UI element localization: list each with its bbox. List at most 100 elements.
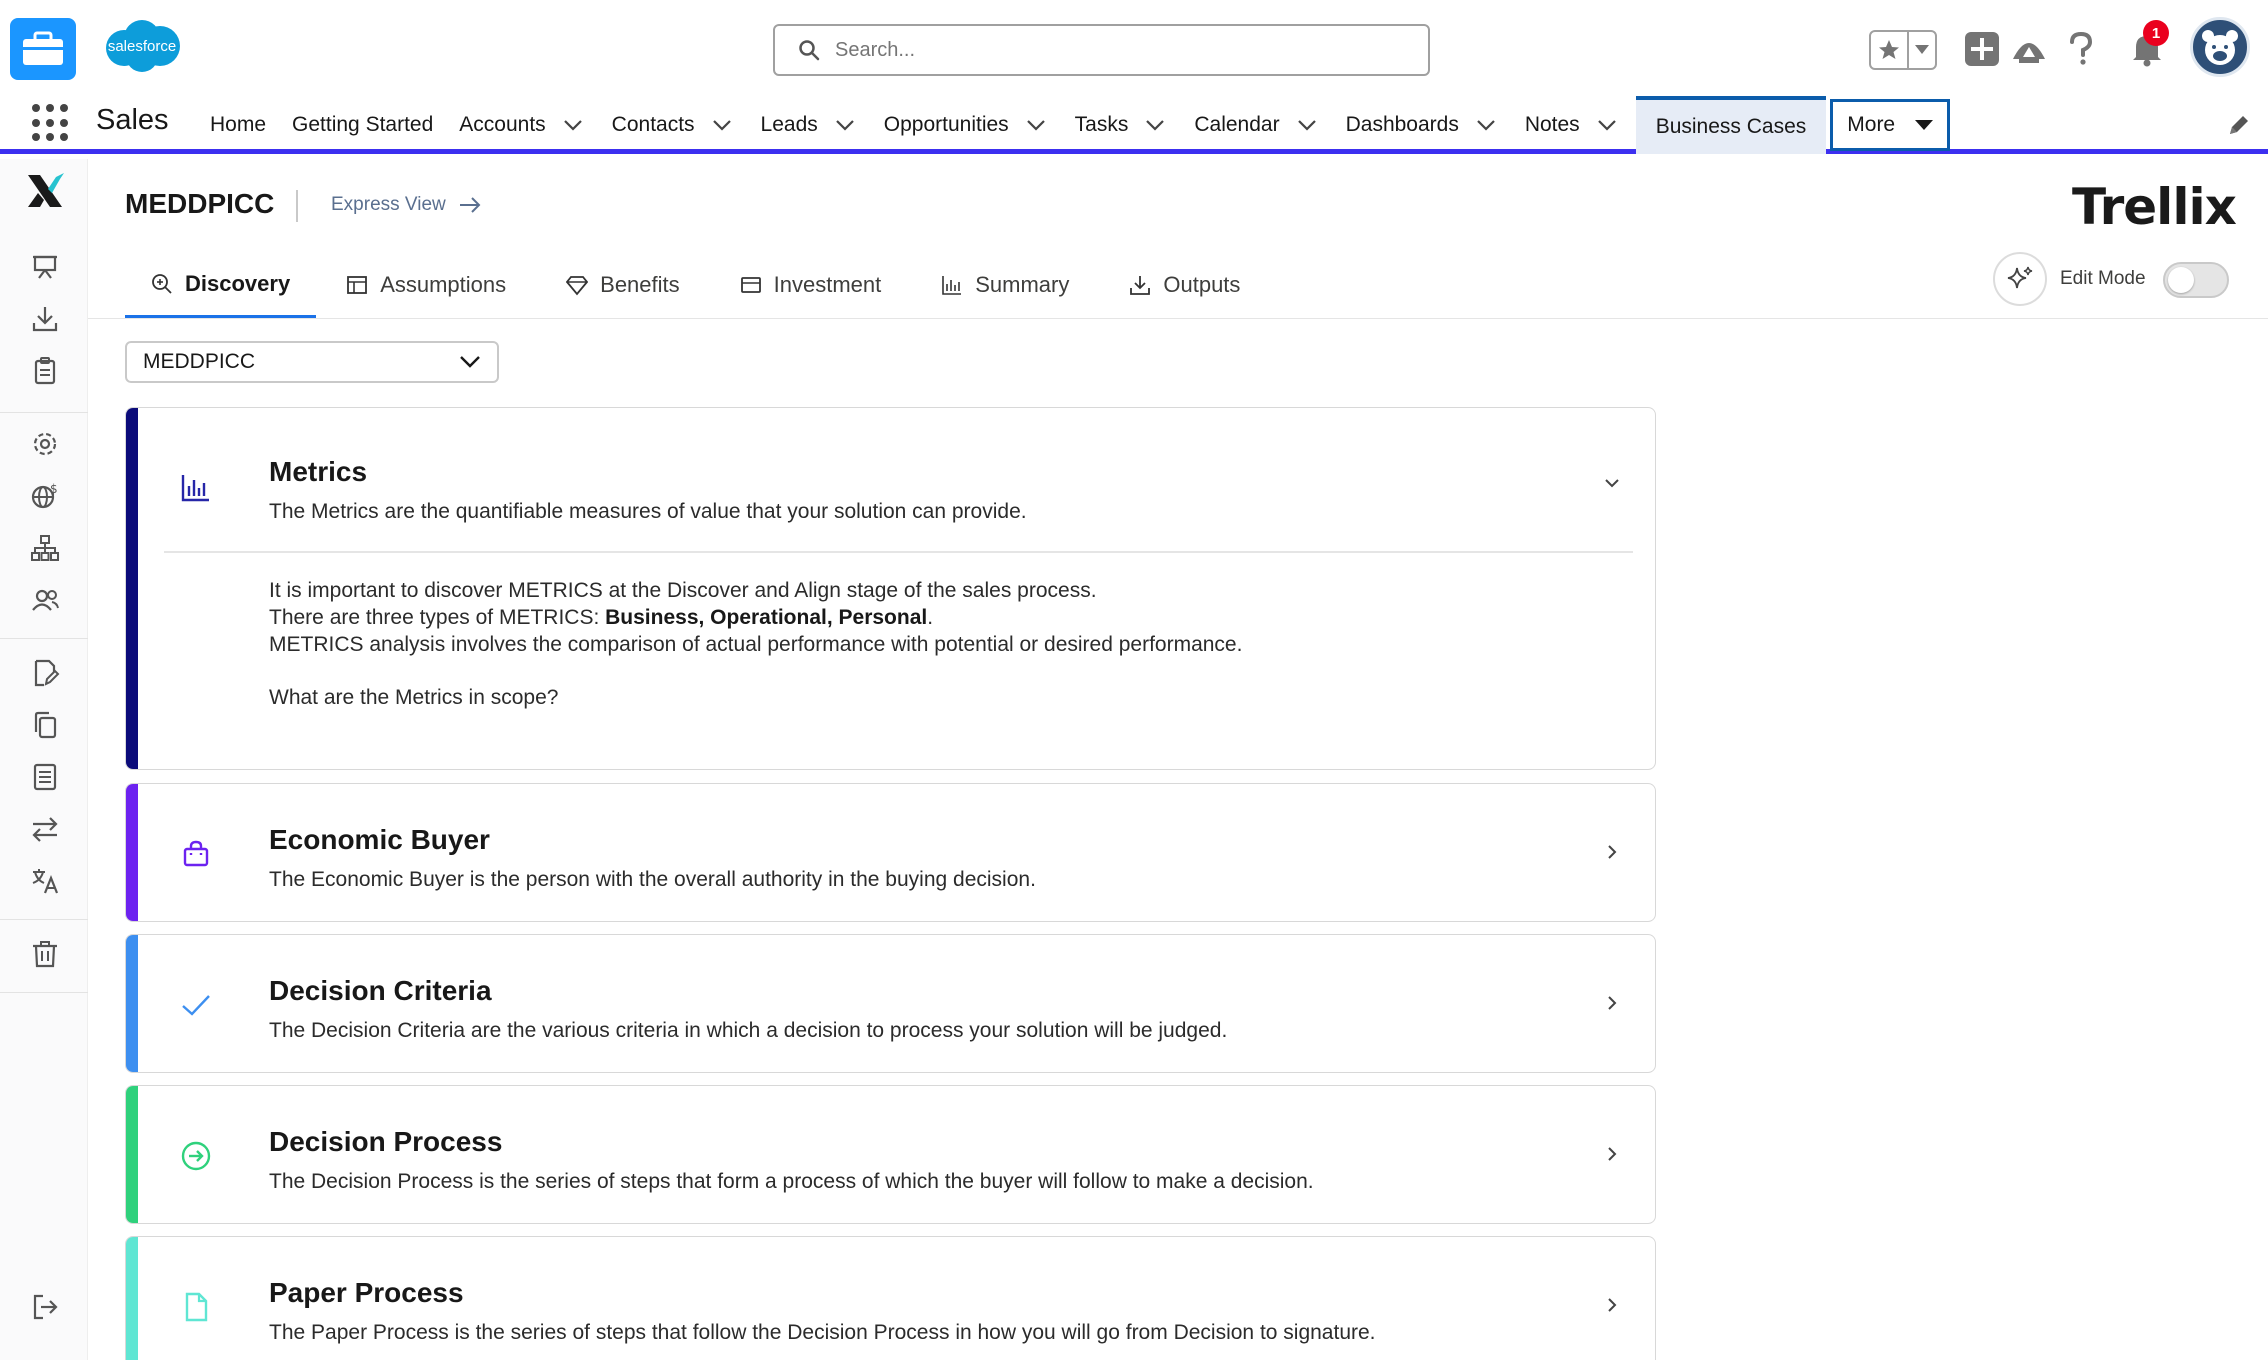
express-view-link[interactable]: Express View bbox=[331, 194, 482, 216]
edit-nav-pencil-icon[interactable] bbox=[2226, 112, 2252, 138]
decision-process-card[interactable]: Decision Process The Decision Process is… bbox=[125, 1085, 1656, 1224]
rail-delete-button[interactable] bbox=[28, 937, 62, 971]
globe-dollar-icon: $ bbox=[31, 482, 58, 509]
arrow-right-icon bbox=[459, 197, 481, 213]
nav-item-label: Calendar bbox=[1194, 113, 1280, 136]
chevron-down-icon[interactable] bbox=[1594, 112, 1620, 138]
tab-summary[interactable]: Summary bbox=[915, 252, 1095, 318]
nav-item-tasks[interactable]: Tasks bbox=[1065, 96, 1179, 154]
briefcase-logo-icon[interactable] bbox=[10, 18, 76, 80]
salesforce-logo: salesforce bbox=[98, 16, 186, 76]
chevron-down-icon[interactable] bbox=[832, 112, 858, 138]
search-input[interactable] bbox=[835, 38, 1395, 62]
card-icon bbox=[740, 274, 774, 296]
nav-item-calendar[interactable]: Calendar bbox=[1184, 96, 1329, 154]
global-header: salesforce 1 bbox=[0, 0, 2268, 96]
metrics-question: What are the Metrics in scope? bbox=[269, 686, 559, 709]
section-tabs: Discovery Assumptions Benefits Investment Su… bbox=[125, 252, 1274, 320]
app-launcher-button[interactable] bbox=[32, 104, 70, 142]
tab-label: Investment bbox=[773, 272, 882, 297]
trailhead-icon bbox=[2013, 43, 2045, 63]
document-icon bbox=[185, 1292, 208, 1322]
edit-mode-toggle[interactable] bbox=[2163, 262, 2229, 298]
chevron-down-icon[interactable] bbox=[560, 112, 586, 138]
collapse-chevron-icon[interactable] bbox=[1599, 470, 1625, 496]
metrics-divider bbox=[164, 551, 1633, 553]
nav-item-contacts[interactable]: Contacts bbox=[602, 96, 745, 154]
nav-item-notes[interactable]: Notes bbox=[1515, 96, 1630, 154]
chevron-down-icon[interactable] bbox=[1473, 112, 1499, 138]
chevron-right-icon[interactable] bbox=[1599, 990, 1625, 1016]
trailhead-button[interactable] bbox=[2006, 26, 2052, 72]
decision-process-description: The Decision Process is the series of st… bbox=[269, 1170, 1314, 1193]
rail-logout-button[interactable] bbox=[28, 1290, 62, 1324]
nav-item-label: Contacts bbox=[611, 113, 695, 136]
rail-users-button[interactable] bbox=[28, 583, 62, 617]
chevron-down-icon[interactable] bbox=[1023, 112, 1049, 138]
economic-buyer-card[interactable]: Economic Buyer The Economic Buyer is the… bbox=[125, 783, 1656, 922]
nav-item-business-cases[interactable]: Business Cases bbox=[1635, 96, 1827, 154]
metrics-body-line-1: It is important to discover METRICS at t… bbox=[269, 579, 1097, 602]
decision-criteria-card[interactable]: Decision Criteria The Decision Criteria … bbox=[125, 934, 1656, 1073]
page-title: MEDDPICC bbox=[125, 188, 275, 219]
rail-copy-button[interactable] bbox=[28, 708, 62, 742]
nav-item-accounts[interactable]: Accounts bbox=[449, 96, 595, 154]
caret-down-icon bbox=[1915, 120, 1934, 130]
nav-item-label: Home bbox=[210, 113, 267, 136]
nav-item-opportunities[interactable]: Opportunities bbox=[874, 96, 1059, 154]
toggle-knob bbox=[2168, 267, 2194, 293]
nav-items: Home Getting Started Accounts Contacts Leads… bbox=[200, 96, 1951, 154]
app-nav-bar: Sales Home Getting Started Accounts Contact… bbox=[0, 96, 2268, 154]
user-avatar[interactable] bbox=[2190, 17, 2250, 77]
rail-document-button[interactable] bbox=[28, 760, 62, 794]
tab-investment[interactable]: Investment bbox=[714, 252, 908, 318]
paper-process-description: The Paper Process is the series of steps… bbox=[269, 1321, 1376, 1344]
magnifier-icon bbox=[151, 273, 185, 295]
paper-process-icon-wrap bbox=[178, 1289, 214, 1325]
ai-assist-button[interactable] bbox=[1993, 252, 2047, 306]
chevron-right-icon[interactable] bbox=[1599, 1141, 1625, 1167]
logout-icon bbox=[33, 1294, 58, 1320]
chevron-right-icon[interactable] bbox=[1599, 1292, 1625, 1318]
nav-more-button[interactable]: More bbox=[1830, 99, 1951, 151]
nav-item-leads[interactable]: Leads bbox=[751, 96, 868, 154]
rail-global-currency-button[interactable]: $ bbox=[28, 479, 62, 513]
rail-clipboard-button[interactable] bbox=[28, 354, 62, 388]
rail-transfer-button[interactable] bbox=[28, 812, 62, 846]
rail-settings-button[interactable] bbox=[28, 427, 62, 461]
paper-process-card[interactable]: Paper Process The Paper Process is the s… bbox=[125, 1236, 1656, 1360]
favorites-menu-button[interactable] bbox=[1909, 32, 1935, 68]
nav-item-home[interactable]: Home bbox=[200, 96, 276, 154]
tab-discovery[interactable]: Discovery bbox=[125, 252, 317, 318]
chevron-down-icon[interactable] bbox=[709, 112, 735, 138]
economic-buyer-icon-wrap bbox=[178, 836, 214, 872]
rail-translate-button[interactable] bbox=[28, 864, 62, 898]
rail-download-button[interactable] bbox=[28, 302, 62, 336]
rail-hierarchy-button[interactable] bbox=[28, 531, 62, 565]
favorites-star-button[interactable] bbox=[1871, 32, 1909, 68]
rail-edit-document-button[interactable] bbox=[28, 656, 62, 690]
chevron-down-icon[interactable] bbox=[1294, 112, 1320, 138]
nav-item-label: Business Cases bbox=[1655, 115, 1807, 138]
metrics-accent-bar bbox=[126, 408, 138, 769]
tab-benefits[interactable]: Benefits bbox=[540, 252, 706, 318]
download-icon bbox=[1129, 274, 1163, 296]
tab-outputs[interactable]: Outputs bbox=[1103, 252, 1266, 318]
help-button[interactable] bbox=[2058, 26, 2104, 72]
table-icon bbox=[346, 274, 380, 296]
nav-item-dashboards[interactable]: Dashboards bbox=[1336, 96, 1509, 154]
decision-criteria-title: Decision Criteria bbox=[269, 975, 492, 1006]
metrics-body: It is important to discover METRICS at t… bbox=[269, 577, 1242, 711]
chevron-right-icon[interactable] bbox=[1599, 839, 1625, 865]
trellix-x-logo-icon[interactable] bbox=[24, 169, 66, 213]
global-search[interactable] bbox=[773, 24, 1430, 76]
global-actions-button[interactable] bbox=[1959, 26, 2005, 72]
framework-select[interactable]: MEDDPICC bbox=[125, 341, 499, 383]
chevron-down-icon[interactable] bbox=[1142, 112, 1168, 138]
title-separator bbox=[296, 190, 298, 222]
nav-item-getting-started[interactable]: Getting Started bbox=[282, 96, 443, 154]
shopping-bag-icon bbox=[183, 840, 209, 867]
tab-assumptions[interactable]: Assumptions bbox=[320, 252, 532, 318]
rail-presentation-button[interactable] bbox=[28, 249, 62, 283]
nav-item-label: Accounts bbox=[459, 113, 546, 136]
